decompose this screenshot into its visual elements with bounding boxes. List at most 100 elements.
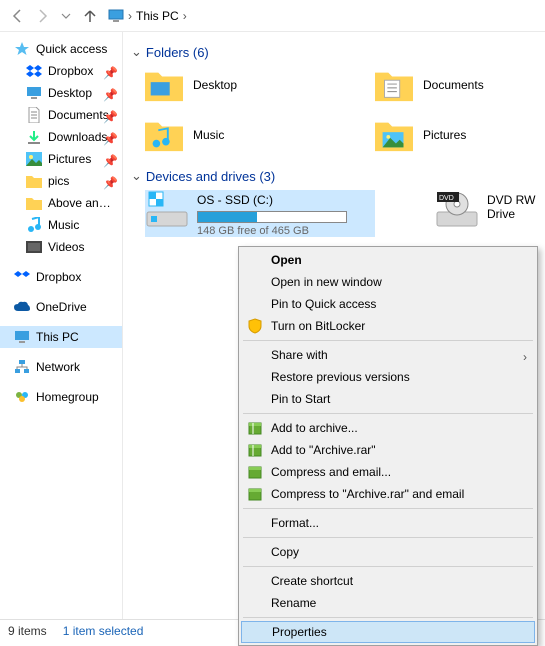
pin-icon: 📌: [103, 132, 118, 146]
sidebar-item-pics[interactable]: pics 📌: [0, 170, 122, 192]
folder-desktop[interactable]: Desktop: [145, 66, 315, 104]
ctx-label: Pin to Start: [271, 392, 330, 406]
sidebar-onedrive[interactable]: OneDrive: [0, 296, 122, 318]
ctx-share-with[interactable]: Share with ›: [241, 344, 535, 366]
sidebar-item-label: Homegroup: [36, 390, 116, 404]
folder-icon: [26, 195, 42, 211]
monitor-icon: [108, 8, 124, 24]
ctx-separator: [243, 537, 533, 538]
sidebar-item-label: Music: [48, 218, 116, 232]
ctx-label: Compress and email...: [271, 465, 391, 479]
sidebar-this-pc[interactable]: This PC: [0, 326, 122, 348]
pin-icon: 📌: [103, 66, 118, 80]
sidebar-item-desktop[interactable]: Desktop 📌: [0, 82, 122, 104]
pictures-folder-icon: [375, 116, 413, 154]
drive-dvd[interactable]: DVD DVD RW Drive: [435, 190, 545, 237]
sidebar-item-downloads[interactable]: Downloads 📌: [0, 126, 122, 148]
sidebar-item-dropbox[interactable]: Dropbox 📌: [0, 60, 122, 82]
navbar: › This PC ›: [0, 0, 545, 32]
desktop-folder-icon: [145, 66, 183, 104]
sidebar-item-above-beyond[interactable]: Above and Beyond: [0, 192, 122, 214]
star-icon: [14, 41, 30, 57]
picture-icon: [26, 151, 42, 167]
ctx-label: Open in new window: [271, 275, 382, 289]
sidebar-item-label: OneDrive: [36, 300, 116, 314]
sidebar-item-music[interactable]: Music: [0, 214, 122, 236]
ctx-label: Restore previous versions: [271, 370, 410, 384]
documents-folder-icon: [375, 66, 413, 104]
folder-documents[interactable]: Documents: [375, 66, 545, 104]
sidebar-item-documents[interactable]: Documents 📌: [0, 104, 122, 126]
context-menu: Open Open in new window Pin to Quick acc…: [238, 246, 538, 646]
music-folder-icon: [145, 116, 183, 154]
nav-up-icon[interactable]: [78, 4, 102, 28]
ctx-separator: [243, 340, 533, 341]
pin-icon: 📌: [103, 154, 118, 168]
ctx-label: Create shortcut: [271, 574, 353, 588]
ctx-separator: [243, 566, 533, 567]
archive-icon: [247, 464, 263, 480]
monitor-icon: [14, 329, 30, 345]
ctx-open[interactable]: Open: [241, 249, 535, 271]
breadcrumb-title[interactable]: This PC: [136, 9, 179, 23]
video-icon: [26, 239, 42, 255]
pin-icon: 📌: [103, 176, 118, 190]
ctx-label: Properties: [272, 625, 327, 639]
ctx-pin-quick-access[interactable]: Pin to Quick access: [241, 293, 535, 315]
ctx-open-new-window[interactable]: Open in new window: [241, 271, 535, 293]
devices-section-header[interactable]: ⌄ Devices and drives (3): [131, 168, 545, 184]
ctx-format[interactable]: Format...: [241, 512, 535, 534]
folder-music[interactable]: Music: [145, 116, 315, 154]
ctx-label: Format...: [271, 516, 319, 530]
status-items: 9 items: [8, 624, 47, 638]
folder-label: Music: [193, 128, 224, 142]
ctx-add-to-archive[interactable]: Add to archive...: [241, 417, 535, 439]
ctx-pin-start[interactable]: Pin to Start: [241, 388, 535, 410]
folder-pictures[interactable]: Pictures: [375, 116, 545, 154]
chevron-down-icon: ⌄: [131, 168, 142, 184]
sidebar-network[interactable]: Network: [0, 356, 122, 378]
ctx-restore-versions[interactable]: Restore previous versions: [241, 366, 535, 388]
ctx-separator: [243, 617, 533, 618]
ctx-copy[interactable]: Copy: [241, 541, 535, 563]
section-title: Devices and drives (3): [146, 169, 275, 184]
ctx-properties[interactable]: Properties: [241, 621, 535, 643]
ctx-rename[interactable]: Rename: [241, 592, 535, 614]
svg-text:DVD: DVD: [439, 195, 454, 202]
sidebar-item-label: Quick access: [36, 42, 116, 56]
ctx-label: Rename: [271, 596, 316, 610]
ctx-add-to-archive-rar[interactable]: Add to "Archive.rar": [241, 439, 535, 461]
download-icon: [26, 129, 42, 145]
sidebar-item-pictures[interactable]: Pictures 📌: [0, 148, 122, 170]
ctx-create-shortcut[interactable]: Create shortcut: [241, 570, 535, 592]
ctx-separator: [243, 508, 533, 509]
breadcrumb[interactable]: › This PC ›: [108, 8, 187, 24]
drive-c[interactable]: OS - SSD (C:) 148 GB free of 465 GB: [145, 190, 375, 237]
folder-icon: [26, 173, 42, 189]
sidebar-quick-access[interactable]: Quick access: [0, 38, 122, 60]
drive-subtext: 148 GB free of 465 GB: [197, 225, 375, 237]
sidebar: Quick access Dropbox 📌 Desktop 📌 Documen…: [0, 32, 123, 621]
sidebar-item-label: Dropbox: [36, 270, 116, 284]
nav-dropdown-icon[interactable]: [54, 4, 78, 28]
sidebar-item-label: This PC: [36, 330, 116, 344]
ctx-label: Pin to Quick access: [271, 297, 376, 311]
pin-icon: 📌: [103, 110, 118, 124]
nav-back-icon[interactable]: [6, 4, 30, 28]
ctx-label: Copy: [271, 545, 299, 559]
folders-section-header[interactable]: ⌄ Folders (6): [131, 44, 545, 60]
sidebar-item-label: Videos: [48, 240, 116, 254]
drive-icon: [145, 190, 189, 230]
pin-icon: 📌: [103, 88, 118, 102]
sidebar-item-videos[interactable]: Videos: [0, 236, 122, 258]
ctx-bitlocker[interactable]: Turn on BitLocker: [241, 315, 535, 337]
ctx-separator: [243, 413, 533, 414]
ctx-compress-rar-email[interactable]: Compress to "Archive.rar" and email: [241, 483, 535, 505]
music-icon: [26, 217, 42, 233]
nav-forward-icon[interactable]: [30, 4, 54, 28]
ctx-compress-email[interactable]: Compress and email...: [241, 461, 535, 483]
status-selected: 1 item selected: [63, 624, 144, 638]
ctx-label: Open: [271, 253, 302, 267]
sidebar-homegroup[interactable]: Homegroup: [0, 386, 122, 408]
sidebar-dropbox-root[interactable]: Dropbox: [0, 266, 122, 288]
